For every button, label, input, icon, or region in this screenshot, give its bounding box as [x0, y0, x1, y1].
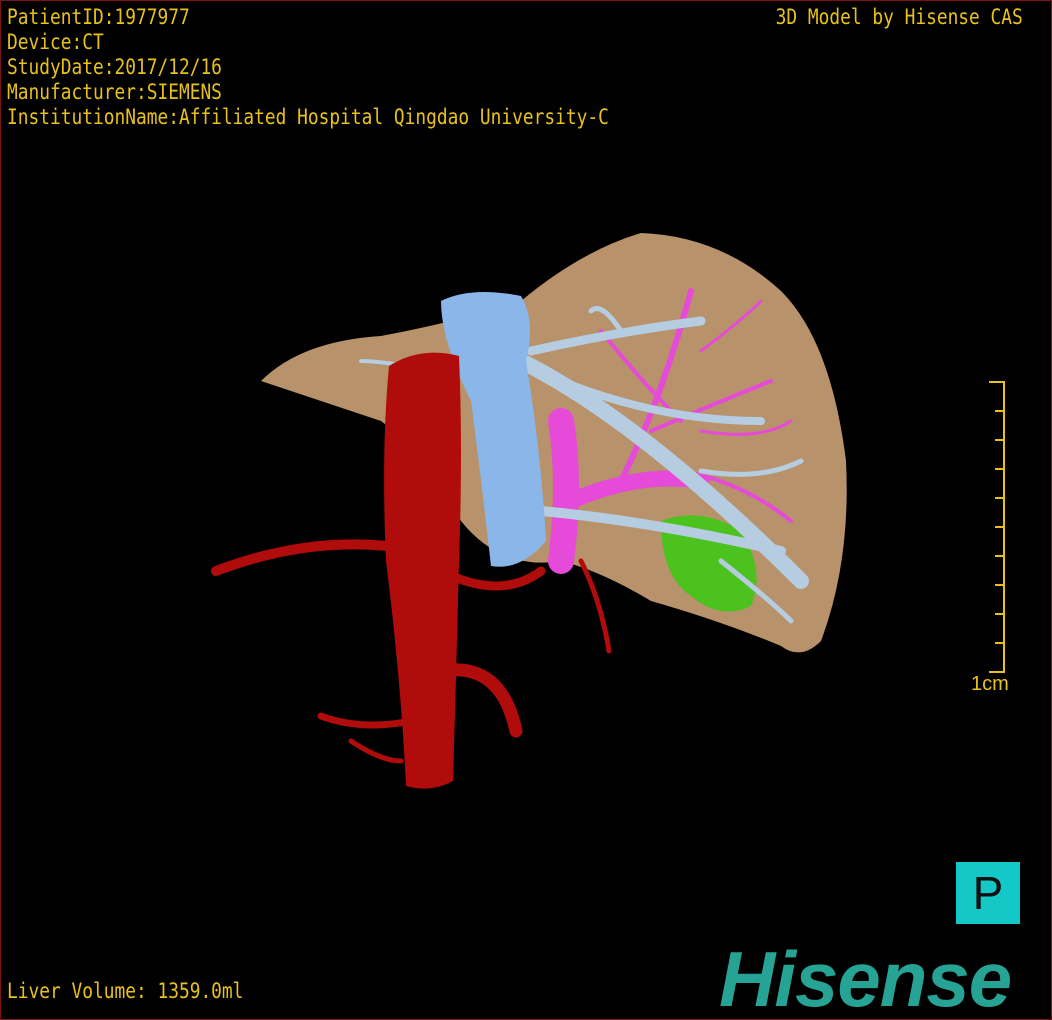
- study-date: StudyDate:2017/12/16: [7, 55, 222, 79]
- scale-tick: [989, 381, 1003, 383]
- scale-tick: [995, 584, 1003, 586]
- model-credit: 3D Model by Hisense CAS: [775, 5, 1023, 29]
- view-orientation-button[interactable]: P: [956, 862, 1020, 924]
- scale-tick: [995, 526, 1003, 528]
- scale-tick: [995, 613, 1003, 615]
- manufacturer: Manufacturer:SIEMENS: [7, 80, 222, 104]
- liver-3d-model[interactable]: [1, 1, 1051, 1019]
- hisense-logo: Hisense: [719, 935, 1012, 1020]
- liver-volume: Liver Volume: 1359.0ml: [7, 979, 244, 1003]
- scale-bar: [989, 381, 1005, 673]
- institution-name: InstitutionName:Affiliated Hospital Qing…: [7, 105, 609, 129]
- scale-tick: [995, 410, 1003, 412]
- scale-tick: [995, 642, 1003, 644]
- scale-bar-label: 1cm: [971, 673, 1009, 695]
- scale-tick: [995, 555, 1003, 557]
- scale-tick: [995, 497, 1003, 499]
- patient-id: PatientID:1977977: [7, 5, 190, 29]
- 3d-viewport[interactable]: PatientID:1977977 Device:CT StudyDate:20…: [0, 0, 1052, 1020]
- scale-tick: [995, 468, 1003, 470]
- scale-tick: [995, 439, 1003, 441]
- device: Device:CT: [7, 30, 104, 54]
